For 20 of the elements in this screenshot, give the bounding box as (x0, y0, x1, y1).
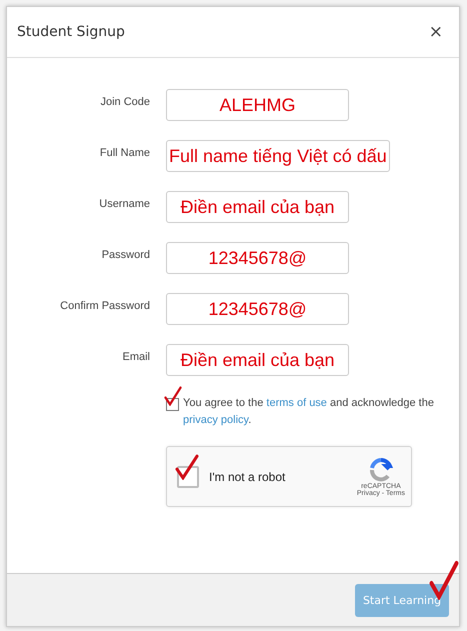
field-label: Full Name (98, 146, 150, 159)
field-label: Join Code (99, 95, 150, 108)
terms-text: You agree to the terms of use and acknowledge the privacy policy. (183, 396, 435, 428)
field-label: Confirm Password (59, 299, 150, 312)
field-label: Username (98, 197, 150, 210)
field-label: Email (121, 350, 150, 363)
input-field[interactable]: Điền email của bạn (166, 344, 349, 376)
dialog-title: Student Signup (17, 24, 125, 40)
input-field[interactable]: ALEHMG (166, 89, 349, 121)
field-label: Password (100, 248, 150, 261)
input-field[interactable]: 12345678@ (166, 242, 349, 274)
input-field[interactable]: Điền email của bạn (166, 191, 349, 223)
recaptcha-logo-icon (368, 456, 394, 482)
privacy-link[interactable]: privacy policy (183, 414, 248, 426)
close-button[interactable]: × (428, 22, 443, 42)
terms-link[interactable]: terms of use (266, 397, 327, 409)
agree-checkbox[interactable] (166, 398, 179, 411)
captcha-label: I'm not a robot (209, 470, 286, 484)
input-field[interactable]: Full name tiếng Việt có dấu (166, 140, 390, 172)
input-field[interactable]: 12345678@ (166, 293, 349, 325)
